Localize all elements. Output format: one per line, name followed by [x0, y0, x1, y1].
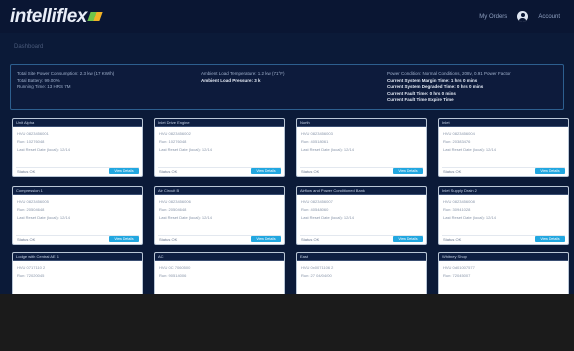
summary-column-condition: Power Condition: Normal Conditions, 208v… — [387, 71, 511, 104]
unit-card[interactable]: Airflow and Power Conditioned Bank HVU 08… — [296, 186, 427, 245]
unit-status-text: Status OK — [159, 169, 178, 174]
top-navigation-bar: intelliflex My Orders Account — [0, 0, 574, 33]
unit-status-text: Status OK — [159, 237, 178, 242]
unit-card-detail: HVU 0823456006 — [159, 199, 191, 204]
unit-card-detail: HVU 0823456005 — [17, 199, 49, 204]
unit-card-title: Air Circuit B — [155, 187, 284, 195]
unit-card-detail: Run: 40518061 — [301, 139, 329, 144]
unit-card[interactable]: AC HVU 0C 7060500 Run: 90514006 — [154, 252, 285, 294]
unit-card-detail: Last Reset Date (local): 12/14 — [301, 215, 354, 220]
unit-card-detail: Run: 27 04/04/00 — [301, 273, 332, 278]
top-nav-links: My Orders Account — [479, 11, 560, 22]
unit-card-title: Airflow and Power Conditioned Bank — [297, 187, 426, 195]
unit-card-detail: HVU 0823456007 — [301, 199, 333, 204]
unit-card-detail: Last Reset Date (local): 12/14 — [17, 147, 70, 152]
summary-line: Current Fault Time Expire Time — [387, 97, 454, 102]
unit-card-detail: Run: 30941028 — [443, 207, 471, 212]
summary-line: Ambient Load Pressure: 3 k — [201, 77, 261, 83]
unit-status-text: Status OK — [301, 237, 320, 242]
unit-card-detail: Last Reset Date (local): 12/14 — [17, 215, 70, 220]
unit-card-title: North — [297, 119, 426, 127]
unit-card-detail: Run: 20383476 — [443, 139, 471, 144]
unit-card[interactable]: Inlet Drive Engine HVU 0823456002 Run: 102… — [154, 118, 285, 177]
unit-card-detail: HVU 0823456002 — [159, 131, 191, 136]
logo-text: intelliflex — [10, 6, 87, 27]
unit-status-text: Status OK — [443, 169, 462, 174]
unit-card[interactable]: Unit Alpha HVU 0823456001 Run: 10276048 Las… — [12, 118, 143, 177]
unit-card[interactable]: Inlet HVU 0823456004 Run: 20383476 Last Res… — [438, 118, 569, 177]
unit-status-text: Status OK — [17, 169, 36, 174]
unit-card-detail: Last Reset Date (local): 12/14 — [443, 215, 496, 220]
unit-status-text: Status OK — [443, 237, 462, 242]
unit-card[interactable]: North HVU 0823456003 Run: 40518061 Last Res… — [296, 118, 427, 177]
unit-card[interactable]: Inlet Supply Drain 2 HVU 0823456008 Run: 3… — [438, 186, 569, 245]
unit-status-text: Status OK — [17, 237, 36, 242]
unit-card-detail: Last Reset Date (local): 12/14 — [443, 147, 496, 152]
logo-mark-icon — [87, 12, 103, 22]
unit-card-detail: HVU 0823456001 — [17, 131, 49, 136]
app-window: intelliflex My Orders Account Dashboard … — [0, 0, 574, 351]
unit-card-title: Lodge with Central AE 1 — [13, 253, 142, 261]
unit-card-title: AC — [155, 253, 284, 261]
view-details-button[interactable]: View Details — [251, 236, 281, 242]
unit-card-detail: Run: 10276048 — [17, 139, 45, 144]
unit-card-detail: HVU 0823456008 — [443, 199, 475, 204]
view-details-button[interactable]: View Details — [393, 236, 423, 242]
unit-card-detail: Run: 90514006 — [159, 273, 187, 278]
unit-card-detail: HVU 0823456004 — [443, 131, 475, 136]
summary-column-power: Total Site Power Consumption: 2.3 kw (17… — [17, 71, 114, 91]
unit-card-detail: Last Reset Date (local): 12/14 — [159, 147, 212, 152]
unit-card-detail: HVU 0C 7060500 — [159, 265, 191, 270]
unit-card-detail: Run: 72045007 — [443, 273, 471, 278]
dashboard-screen: intelliflex My Orders Account Dashboard … — [0, 0, 574, 294]
my-orders-link[interactable]: My Orders — [479, 14, 507, 20]
unit-status-text: Status OK — [301, 169, 320, 174]
summary-line: Ambient Load Temperature: 1.2 kw (71°F) — [201, 71, 285, 76]
unit-card-detail: Run: 10276048 — [159, 139, 187, 144]
unit-card-title: Inlet Drive Engine — [155, 119, 284, 127]
unit-card-detail: Last Reset Date (local): 12/14 — [301, 147, 354, 152]
unit-card-title: Inlet — [439, 119, 568, 127]
unit-card-detail: Run: 40548060 — [301, 207, 329, 212]
view-details-button[interactable]: View Details — [535, 236, 565, 242]
unit-card-detail: HVU 0823456003 — [301, 131, 333, 136]
view-details-button[interactable]: View Details — [109, 236, 139, 242]
unit-card[interactable]: Lodge with Central AE 1 HVU 0717110 2 Run:… — [12, 252, 143, 294]
unit-card-detail: HVU 0d01007577 — [443, 265, 475, 270]
unit-card-title: Compression 1 — [13, 187, 142, 195]
unit-card[interactable]: Compression 1 HVU 0823456005 Run: 20504648… — [12, 186, 143, 245]
user-circle-icon[interactable] — [517, 11, 529, 22]
unit-card-title: Whitney Shop — [439, 253, 568, 261]
unit-card[interactable]: East HVU 0x0071106 2 Run: 27 04/04/00 — [296, 252, 427, 294]
unit-card-title: Unit Alpha — [13, 119, 142, 127]
summary-line: Total Site Power Consumption: 2.3 kw (17… — [17, 71, 115, 76]
summary-line: Power Condition: Normal Conditions, 208v… — [387, 71, 511, 76]
unit-card-detail: Run: 20504648 — [159, 207, 187, 212]
unit-card-detail: Run: 20504648 — [17, 207, 45, 212]
unit-card[interactable]: Whitney Shop HVU 0d01007577 Run: 72045007 — [438, 252, 569, 294]
account-menu[interactable]: Account — [538, 14, 560, 20]
site-summary-panel: Total Site Power Consumption: 2.3 kw (17… — [10, 64, 564, 110]
unit-card-detail: Last Reset Date (local): 12/14 — [159, 215, 212, 220]
unit-card-title: Inlet Supply Drain 2 — [439, 187, 568, 195]
breadcrumb[interactable]: Dashboard — [14, 44, 43, 50]
view-details-button[interactable]: View Details — [251, 168, 281, 174]
view-details-button[interactable]: View Details — [535, 168, 565, 174]
unit-card[interactable]: Air Circuit B HVU 0823456006 Run: 20504648… — [154, 186, 285, 245]
unit-card-detail: HVU 0x0071106 2 — [301, 265, 334, 270]
unit-card-detail: HVU 0717110 2 — [17, 265, 46, 270]
unit-card-title: East — [297, 253, 426, 261]
summary-column-ambient: Ambient Load Temperature: 1.2 kw (71°F) … — [201, 71, 285, 84]
unit-card-detail: Run: 72020045 — [17, 273, 45, 278]
view-details-button[interactable]: View Details — [109, 168, 139, 174]
app-logo[interactable]: intelliflex — [10, 6, 103, 28]
summary-line: Running Time: 13 HRS 7M — [17, 84, 71, 89]
view-details-button[interactable]: View Details — [393, 168, 423, 174]
